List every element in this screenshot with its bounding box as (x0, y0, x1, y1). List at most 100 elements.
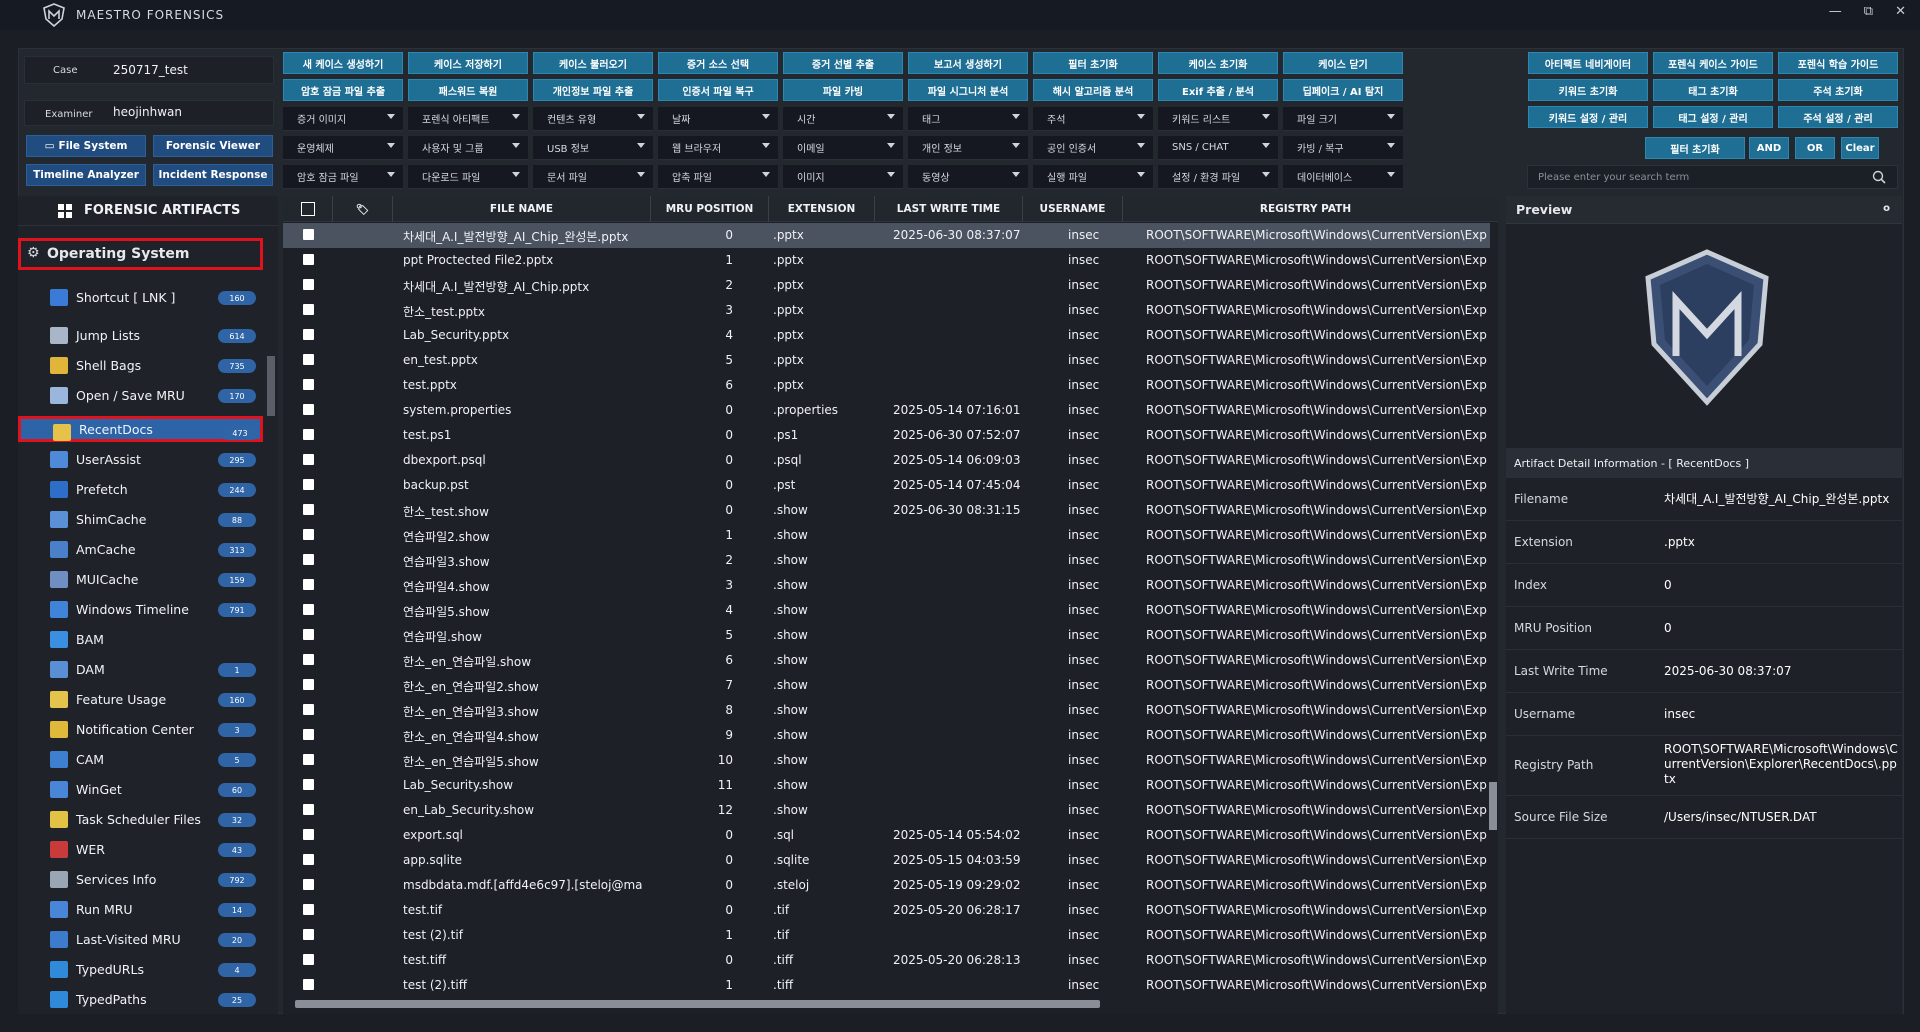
filter-dropdown-2-7[interactable]: SNS / CHAT (1158, 136, 1278, 160)
sidebar-item-windows-timeline[interactable]: Windows Timeline 791 (18, 596, 263, 622)
column-registry-path[interactable]: REGISTRY PATH (1123, 196, 1488, 222)
filter-dropdown-3-5[interactable]: 동영상 (908, 165, 1028, 189)
table-row[interactable]: 연습파일2.show 1 .show insec ROOT\SOFTWARE\Micro… (283, 523, 1490, 548)
or-button[interactable]: OR (1795, 137, 1835, 159)
filter-dropdown-1-8[interactable]: 파일 크기 (1283, 107, 1403, 131)
filter-dropdown-2-0[interactable]: 운영체제 (283, 136, 403, 160)
row-checkbox[interactable] (303, 579, 314, 590)
table-row[interactable]: 연습파일5.show 4 .show insec ROOT\SOFTWARE\Micro… (283, 598, 1490, 623)
right-button-row1-0[interactable]: 아티팩트 네비게이터 (1528, 52, 1648, 74)
table-row[interactable]: test.tif 0 .tif 2025-05-20 06:28:17 insec ROO… (283, 898, 1490, 923)
minimize-icon[interactable]: — (1829, 4, 1842, 19)
table-row[interactable]: 연습파일.show 5 .show insec ROOT\SOFTWARE\Micros… (283, 623, 1490, 648)
right-button-row2-1[interactable]: 태그 초기화 (1653, 79, 1773, 101)
action-button-r2-5[interactable]: 파일 시그니처 분석 (908, 79, 1028, 101)
row-checkbox[interactable] (303, 779, 314, 790)
row-checkbox[interactable] (303, 379, 314, 390)
row-checkbox[interactable] (303, 929, 314, 940)
filter-dropdown-3-7[interactable]: 설정 / 환경 파일 (1158, 165, 1278, 189)
filter-dropdown-2-2[interactable]: USB 정보 (533, 136, 653, 160)
row-checkbox[interactable] (303, 454, 314, 465)
filter-dropdown-3-6[interactable]: 실행 파일 (1033, 165, 1153, 189)
sidebar-item-run-mru[interactable]: Run MRU 14 (18, 896, 263, 922)
filter-dropdown-1-1[interactable]: 포렌식 아티팩트 (408, 107, 528, 131)
row-checkbox[interactable] (303, 754, 314, 765)
table-row[interactable]: 한소_test.pptx 3 .pptx insec ROOT\SOFTWARE\Mic… (283, 298, 1490, 323)
sidebar-item-last-visited-mru[interactable]: Last-Visited MRU 20 (18, 926, 263, 952)
table-row[interactable]: dbexport.psql 0 .psql 2025-05-14 06:09:03 in… (283, 448, 1490, 473)
sidebar-item-userassist[interactable]: UserAssist 295 (18, 446, 263, 472)
table-row[interactable]: 한소_en_연습파일5.show 10 .show insec ROOT\SOFTWAR… (283, 748, 1490, 773)
filter-dropdown-2-8[interactable]: 카빙 / 복구 (1283, 136, 1403, 160)
row-checkbox[interactable] (303, 254, 314, 265)
filter-dropdown-3-4[interactable]: 이미지 (783, 165, 903, 189)
action-button-r1-5[interactable]: 보고서 생성하기 (908, 52, 1028, 74)
sidebar-item-recentdocs[interactable]: RecentDocs 473 (18, 416, 263, 442)
table-row[interactable]: export.sql 0 .sql 2025-05-14 05:54:02 insec R… (283, 823, 1490, 848)
sidebar-item-typedpaths[interactable]: TypedPaths 25 (18, 986, 263, 1012)
row-checkbox[interactable] (303, 954, 314, 965)
table-row[interactable]: test.pptx 6 .pptx insec ROOT\SOFTWARE\Micros… (283, 373, 1490, 398)
right-button-row3-1[interactable]: 태그 설정 / 관리 (1653, 106, 1773, 128)
row-checkbox[interactable] (303, 229, 314, 240)
table-row[interactable]: 한소_en_연습파일2.show 7 .show insec ROOT\SOFTWARE… (283, 673, 1490, 698)
filter-dropdown-2-3[interactable]: 웹 브라우저 (658, 136, 778, 160)
action-button-r1-0[interactable]: 새 케이스 생성하기 (283, 52, 403, 74)
row-checkbox[interactable] (303, 279, 314, 290)
table-row[interactable]: en_Lab_Security.show 12 .show insec ROOT\SOF… (283, 798, 1490, 823)
sidebar-scrollbar[interactable] (267, 256, 275, 1010)
operating-system-section[interactable]: ⚙ Operating System (18, 238, 263, 270)
row-checkbox[interactable] (303, 479, 314, 490)
filter-dropdown-3-0[interactable]: 암호 잠금 파일 (283, 165, 403, 189)
action-button-r1-7[interactable]: 케이스 초기화 (1158, 52, 1278, 74)
row-checkbox[interactable] (303, 629, 314, 640)
row-checkbox[interactable] (303, 879, 314, 890)
tag-column-header[interactable]: 🏷 (333, 196, 393, 222)
sidebar-item-prefetch[interactable]: Prefetch 244 (18, 476, 263, 502)
sidebar-item-cam[interactable]: CAM 5 (18, 746, 263, 772)
filter-dropdown-2-4[interactable]: 이메일 (783, 136, 903, 160)
row-checkbox[interactable] (303, 854, 314, 865)
action-button-r1-1[interactable]: 케이스 저장하기 (408, 52, 528, 74)
row-checkbox[interactable] (303, 504, 314, 515)
action-button-r1-6[interactable]: 필터 초기화 (1033, 52, 1153, 74)
row-checkbox[interactable] (303, 554, 314, 565)
row-checkbox[interactable] (303, 429, 314, 440)
incident-response-button[interactable]: Incident Response (153, 164, 273, 186)
sidebar-item-muicache[interactable]: MUICache 159 (18, 566, 263, 592)
row-checkbox[interactable] (303, 354, 314, 365)
table-row[interactable]: Lab_Security.show 11 .show insec ROOT\SOFTWA… (283, 773, 1490, 798)
row-checkbox[interactable] (303, 679, 314, 690)
row-checkbox[interactable] (303, 604, 314, 615)
table-vertical-scrollbar[interactable] (1488, 226, 1498, 986)
timeline-analyzer-button[interactable]: Timeline Analyzer (26, 164, 146, 186)
action-button-r1-4[interactable]: 증거 선별 추출 (783, 52, 903, 74)
action-button-r2-7[interactable]: Exif 추출 / 분석 (1158, 79, 1278, 101)
action-button-r2-8[interactable]: 딥페이크 / AI 탐지 (1283, 79, 1403, 101)
table-row[interactable]: Lab_Security.pptx 4 .pptx insec ROOT\SOFTWAR… (283, 323, 1490, 348)
filter-dropdown-2-1[interactable]: 사용자 및 그룹 (408, 136, 528, 160)
column-last-write-time[interactable]: LAST WRITE TIME (875, 196, 1023, 222)
sidebar-item-jump-lists[interactable]: Jump Lists 614 (18, 322, 263, 348)
sidebar-item-notification-center[interactable]: Notification Center 3 (18, 716, 263, 742)
forensic-viewer-button[interactable]: Forensic Viewer (153, 135, 273, 157)
right-button-row3-0[interactable]: 키워드 설정 / 관리 (1528, 106, 1648, 128)
filter-dropdown-1-0[interactable]: 증거 이미지 (283, 107, 403, 131)
table-row[interactable]: 한소_en_연습파일3.show 8 .show insec ROOT\SOFTWARE… (283, 698, 1490, 723)
action-button-r1-2[interactable]: 케이스 불러오기 (533, 52, 653, 74)
action-button-r1-3[interactable]: 증거 소스 선택 (658, 52, 778, 74)
table-row[interactable]: app.sqlite 0 .sqlite 2025-05-15 04:03:59 ins… (283, 848, 1490, 873)
row-checkbox[interactable] (303, 704, 314, 715)
filter-dropdown-1-3[interactable]: 날짜 (658, 107, 778, 131)
close-icon[interactable]: ✕ (1895, 4, 1906, 19)
action-button-r2-2[interactable]: 개인정보 파일 추출 (533, 79, 653, 101)
column-file-name[interactable]: FILE NAME (393, 196, 651, 222)
row-checkbox[interactable] (303, 979, 314, 990)
sidebar-item-bam[interactable]: BAM (18, 626, 263, 652)
row-checkbox[interactable] (303, 329, 314, 340)
table-row[interactable]: ppt Proctected File2.pptx 1 .pptx insec ROOT… (283, 248, 1490, 273)
sidebar-item-task-scheduler-files[interactable]: Task Scheduler Files 32 (18, 806, 263, 832)
table-horizontal-scrollbar[interactable] (283, 998, 1488, 1010)
row-checkbox[interactable] (303, 404, 314, 415)
action-button-r2-3[interactable]: 인증서 파일 복구 (658, 79, 778, 101)
